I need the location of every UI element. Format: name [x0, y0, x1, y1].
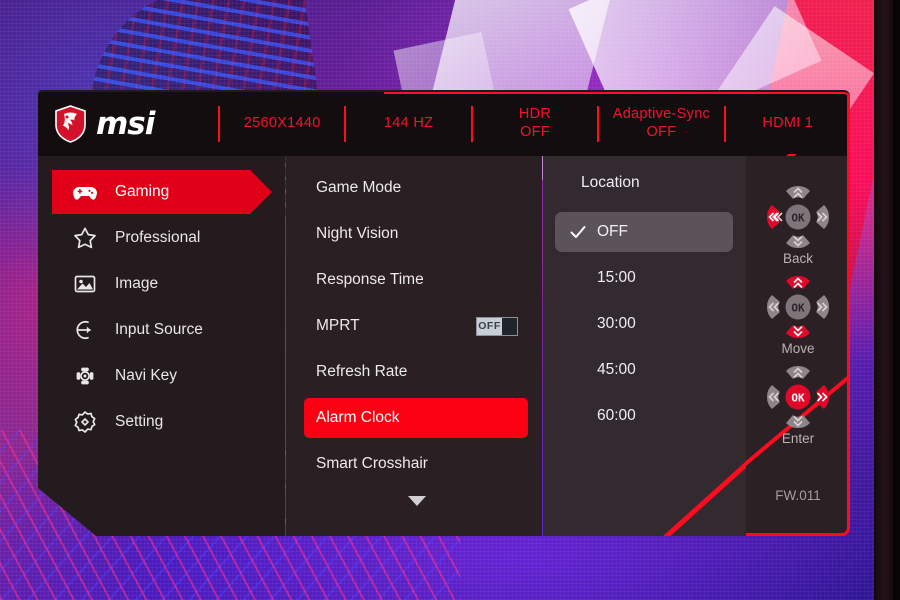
dpad-enter-icon: OK — [765, 364, 831, 430]
checkmark-icon — [569, 223, 587, 241]
option-label: 15:00 — [597, 269, 636, 286]
toggle-knob — [502, 317, 517, 335]
menu-item-game-mode[interactable]: Game Mode — [304, 168, 528, 208]
option-label: 45:00 — [597, 361, 636, 378]
svg-text:OK: OK — [791, 212, 805, 225]
input-status: HDMI 1 — [762, 115, 814, 132]
sidebar: Gaming Professional Image Input Source N… — [38, 156, 285, 536]
options-title: Location — [581, 174, 640, 191]
menu-item-label: Night Vision — [316, 225, 399, 242]
options-column: Location OFF 15:00 30:00 45:00 60:00 — [543, 156, 746, 536]
sidebar-item-label: Setting — [115, 413, 164, 430]
toggle-state-label: OFF — [478, 320, 501, 332]
sidebar-item-setting[interactable]: Setting — [52, 400, 272, 444]
sidebar-item-label: Image — [115, 275, 159, 292]
nav-hint-label: Enter — [781, 431, 815, 446]
option-label: 30:00 — [597, 315, 636, 332]
nav-hint-move: OK Move — [746, 274, 847, 356]
nav-hint-back: OK Back — [746, 184, 847, 266]
picture-icon — [72, 271, 98, 297]
option-label: OFF — [597, 223, 628, 240]
menu-item-label: Game Mode — [316, 179, 402, 196]
menu-item-label: Smart Crosshair — [316, 455, 428, 472]
menu-item-label: Alarm Clock — [316, 409, 400, 426]
osd-header: msi 2560X1440 144 HZ HDR OFF Adaptive-Sy… — [38, 90, 850, 156]
gear-icon — [72, 409, 98, 435]
brand-name: msi — [96, 106, 155, 142]
menu-item-alarm-clock[interactable]: Alarm Clock — [304, 398, 528, 438]
option-item-60-00[interactable]: 60:00 — [555, 396, 733, 436]
sidebar-item-image[interactable]: Image — [52, 262, 272, 306]
osd-body: Gaming Professional Image Input Source N… — [38, 156, 850, 536]
option-item-off[interactable]: OFF — [555, 212, 733, 252]
adaptive-sync-status: Adaptive-Sync OFF — [612, 106, 711, 140]
resolution-status: 2560X1440 — [243, 115, 321, 132]
hdr-status: HDR OFF — [518, 106, 552, 140]
dpad-move-icon: OK — [765, 274, 831, 340]
monitor-bezel-edge — [893, 0, 900, 600]
nav-hint-label: Move — [781, 341, 815, 356]
menu-item-label: Response Time — [316, 271, 424, 288]
osd-panel: msi 2560X1440 144 HZ HDR OFF Adaptive-Sy… — [38, 90, 853, 536]
menu-item-label: MPRT — [316, 317, 360, 334]
chevron-down-icon[interactable] — [408, 496, 426, 506]
monitor-screen: msi 2560X1440 144 HZ HDR OFF Adaptive-Sy… — [0, 0, 900, 600]
sidebar-item-input-source[interactable]: Input Source — [52, 308, 272, 352]
sidebar-item-label: Navi Key — [115, 367, 178, 384]
msi-dragon-shield-icon — [54, 105, 87, 143]
sidebar-item-professional[interactable]: Professional — [52, 216, 272, 260]
input-arrow-icon — [72, 317, 98, 343]
option-item-15-00[interactable]: 15:00 — [555, 258, 733, 298]
nav-hint-enter: OK Enter — [746, 364, 847, 446]
svg-text:OK: OK — [791, 392, 805, 405]
star-icon — [72, 225, 98, 251]
mprt-toggle[interactable]: OFF — [476, 316, 518, 336]
sidebar-item-label: Input Source — [115, 321, 203, 338]
menu-item-label: Refresh Rate — [316, 363, 408, 380]
firmware-version: FW.011 — [775, 488, 821, 503]
sidebar-item-gaming[interactable]: Gaming — [52, 170, 272, 214]
menu-column: Game Mode Night Vision Response Time MPR… — [286, 156, 542, 536]
menu-item-smart-crosshair[interactable]: Smart Crosshair — [304, 444, 528, 484]
refresh-rate-status: 144 HZ — [383, 115, 434, 132]
option-item-30-00[interactable]: 30:00 — [555, 304, 733, 344]
option-item-45-00[interactable]: 45:00 — [555, 350, 733, 390]
menu-item-refresh-rate[interactable]: Refresh Rate — [304, 352, 528, 392]
svg-text:OK: OK — [791, 302, 805, 315]
gamepad-icon — [72, 179, 98, 205]
brand-logo: msi — [38, 105, 218, 143]
option-label: 60:00 — [597, 407, 636, 424]
dpad-back-icon: OK — [765, 184, 831, 250]
sidebar-item-label: Professional — [115, 229, 201, 246]
menu-item-night-vision[interactable]: Night Vision — [304, 214, 528, 254]
sidebar-item-label: Gaming — [115, 183, 170, 200]
nav-hint-label: Back — [782, 251, 813, 266]
navikey-icon — [72, 363, 98, 389]
menu-item-mprt[interactable]: MPRT OFF — [304, 306, 528, 346]
nav-hints-column: OK Back OK Move OK Enter FW.011 — [746, 156, 850, 536]
menu-item-response-time[interactable]: Response Time — [304, 260, 528, 300]
sidebar-item-navi-key[interactable]: Navi Key — [52, 354, 272, 398]
